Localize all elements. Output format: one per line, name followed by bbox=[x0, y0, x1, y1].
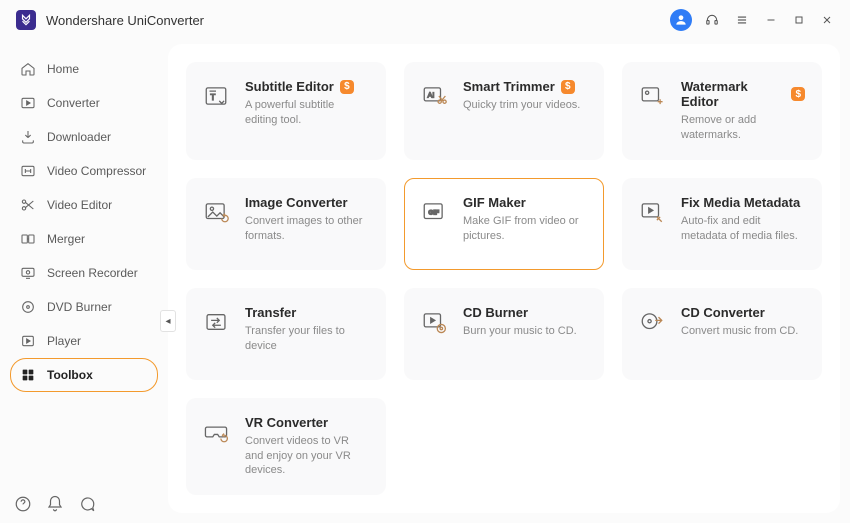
player-icon bbox=[19, 332, 37, 350]
scissors-icon bbox=[19, 196, 37, 214]
svg-text:T: T bbox=[210, 93, 215, 102]
close-button[interactable] bbox=[818, 11, 836, 29]
minimize-button[interactable] bbox=[762, 11, 780, 29]
tool-smart-trimmer[interactable]: AI Smart Trimmer $ Quicky trim your video… bbox=[404, 62, 604, 160]
sidebar-item-label: Toolbox bbox=[47, 368, 93, 382]
sidebar-item-label: Video Editor bbox=[47, 198, 112, 212]
sidebar-item-converter[interactable]: Converter bbox=[10, 86, 158, 120]
sidebar-item-label: Video Compressor bbox=[47, 164, 146, 178]
tool-watermark-editor[interactable]: Watermark Editor $ Remove or add watermar… bbox=[622, 62, 822, 160]
svg-text:GIF: GIF bbox=[428, 209, 439, 216]
gif-icon: GIF bbox=[419, 197, 449, 227]
feedback-icon[interactable] bbox=[78, 495, 96, 513]
tool-title: Image Converter bbox=[245, 195, 348, 210]
help-icon[interactable] bbox=[14, 495, 32, 513]
account-icon[interactable] bbox=[670, 9, 692, 31]
image-icon bbox=[201, 197, 231, 227]
tool-image-converter[interactable]: Image Converter Convert images to other … bbox=[186, 178, 386, 270]
tool-gif-maker[interactable]: GIF GIF Maker Make GIF from video or pic… bbox=[404, 178, 604, 270]
tool-desc: Convert music from CD. bbox=[681, 324, 798, 339]
recorder-icon bbox=[19, 264, 37, 282]
sidebar-item-compressor[interactable]: Video Compressor bbox=[10, 154, 158, 188]
tool-title: CD Burner bbox=[463, 305, 528, 320]
notifications-icon[interactable] bbox=[46, 495, 64, 513]
tool-title: CD Converter bbox=[681, 305, 765, 320]
metadata-icon bbox=[637, 197, 667, 227]
tool-title: Smart Trimmer bbox=[463, 79, 555, 94]
merger-icon bbox=[19, 230, 37, 248]
app-title: Wondershare UniConverter bbox=[46, 13, 204, 28]
sidebar-item-screen-recorder[interactable]: Screen Recorder bbox=[10, 256, 158, 290]
app-logo bbox=[16, 10, 36, 30]
tool-title: Fix Media Metadata bbox=[681, 195, 800, 210]
tool-desc: Convert images to other formats. bbox=[245, 214, 369, 244]
sidebar: Home Converter Downloader Video Compress… bbox=[0, 40, 168, 523]
sidebar-item-player[interactable]: Player bbox=[10, 324, 158, 358]
sidebar-item-dvd-burner[interactable]: DVD Burner bbox=[10, 290, 158, 324]
vr-icon bbox=[201, 417, 231, 447]
subtitle-icon: T bbox=[201, 81, 231, 111]
tool-desc: Make GIF from video or pictures. bbox=[463, 214, 587, 244]
collapse-sidebar-button[interactable]: ◂ bbox=[160, 310, 176, 332]
tool-transfer[interactable]: Transfer Transfer your files to device bbox=[186, 288, 386, 380]
dvd-icon bbox=[19, 298, 37, 316]
tool-title: Watermark Editor bbox=[681, 79, 785, 109]
sidebar-item-downloader[interactable]: Downloader bbox=[10, 120, 158, 154]
titlebar: Wondershare UniConverter bbox=[0, 0, 850, 40]
cd-converter-icon bbox=[637, 307, 667, 337]
tool-desc: Remove or add watermarks. bbox=[681, 113, 805, 143]
tool-desc: Quicky trim your videos. bbox=[463, 98, 580, 113]
sidebar-item-label: Screen Recorder bbox=[47, 266, 138, 280]
tool-desc: Convert videos to VR and enjoy on your V… bbox=[245, 434, 369, 479]
tool-desc: Auto-fix and edit metadata of media file… bbox=[681, 214, 805, 244]
tool-desc: A powerful subtitle editing tool. bbox=[245, 98, 369, 128]
tool-subtitle-editor[interactable]: T Subtitle Editor $ A powerful subtitle e… bbox=[186, 62, 386, 160]
maximize-button[interactable] bbox=[790, 11, 808, 29]
trimmer-icon: AI bbox=[419, 81, 449, 111]
tool-title: Subtitle Editor bbox=[245, 79, 334, 94]
tool-cd-burner[interactable]: CD Burner Burn your music to CD. bbox=[404, 288, 604, 380]
tool-title: Transfer bbox=[245, 305, 296, 320]
sidebar-item-merger[interactable]: Merger bbox=[10, 222, 158, 256]
watermark-icon bbox=[637, 81, 667, 111]
sidebar-item-label: Converter bbox=[47, 96, 100, 110]
transfer-icon bbox=[201, 307, 231, 337]
sidebar-item-home[interactable]: Home bbox=[10, 52, 158, 86]
converter-icon bbox=[19, 94, 37, 112]
sidebar-item-video-editor[interactable]: Video Editor bbox=[10, 188, 158, 222]
home-icon bbox=[19, 60, 37, 78]
sidebar-item-label: DVD Burner bbox=[47, 300, 112, 314]
sidebar-item-label: Player bbox=[47, 334, 81, 348]
tool-vr-converter[interactable]: VR Converter Convert videos to VR and en… bbox=[186, 398, 386, 496]
sidebar-item-label: Downloader bbox=[47, 130, 111, 144]
cd-burner-icon bbox=[419, 307, 449, 337]
tool-desc: Burn your music to CD. bbox=[463, 324, 577, 339]
premium-badge: $ bbox=[340, 80, 354, 94]
sidebar-item-label: Merger bbox=[47, 232, 85, 246]
svg-text:AI: AI bbox=[428, 91, 435, 100]
tool-title: GIF Maker bbox=[463, 195, 526, 210]
menu-icon[interactable] bbox=[732, 10, 752, 30]
tool-cd-converter[interactable]: CD Converter Convert music from CD. bbox=[622, 288, 822, 380]
main-content: T Subtitle Editor $ A powerful subtitle e… bbox=[168, 44, 840, 513]
sidebar-item-label: Home bbox=[47, 62, 79, 76]
premium-badge: $ bbox=[791, 87, 805, 101]
tool-title: VR Converter bbox=[245, 415, 328, 430]
headset-icon[interactable] bbox=[702, 10, 722, 30]
compressor-icon bbox=[19, 162, 37, 180]
toolbox-icon bbox=[19, 366, 37, 384]
tool-fix-metadata[interactable]: Fix Media Metadata Auto-fix and edit met… bbox=[622, 178, 822, 270]
download-icon bbox=[19, 128, 37, 146]
sidebar-item-toolbox[interactable]: Toolbox bbox=[10, 358, 158, 392]
premium-badge: $ bbox=[561, 80, 575, 94]
tool-desc: Transfer your files to device bbox=[245, 324, 369, 354]
